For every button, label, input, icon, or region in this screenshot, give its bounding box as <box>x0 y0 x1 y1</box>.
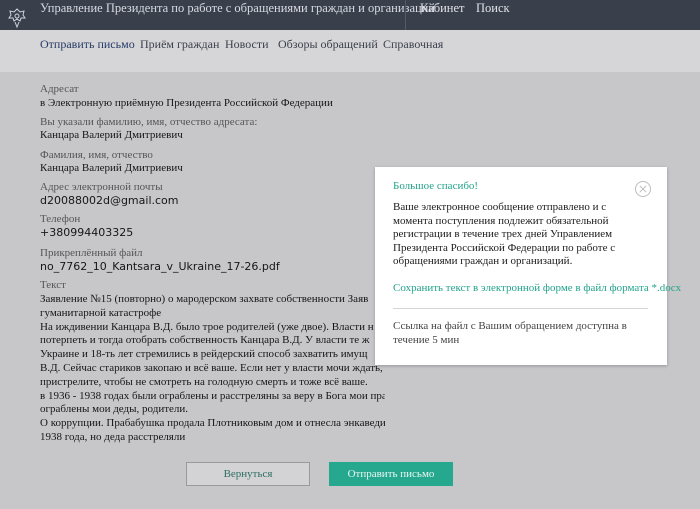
nav-send-letter[interactable]: Отправить письмо <box>40 37 135 52</box>
message-line: гуманитарной катастрофе <box>40 306 162 319</box>
message-text: Заявление №15 (повторно) о мародерском з… <box>40 293 385 445</box>
message-line: В.Д. Сейчас стариков закопаю и всё ваше.… <box>40 361 385 374</box>
nav-news[interactable]: Новости <box>225 37 269 52</box>
dialog-message: Ваше электронное сообщение отправлено и … <box>393 201 616 268</box>
message-line: ограблены мои деды, родители. <box>40 403 189 416</box>
phone-label: Телефон <box>40 213 81 225</box>
message-line: в 1936 - 1938 годах были ограблены и рас… <box>40 389 385 402</box>
site-title[interactable]: Управление Президента по работе с обраще… <box>40 1 435 16</box>
name-value: Канцара Валерий Дмитриевич <box>40 162 183 174</box>
eagle-emblem-icon[interactable] <box>6 5 28 31</box>
file-value[interactable]: no_7762_10_Kantsara_v_Ukraine_17-26.pdf <box>40 260 280 273</box>
message-line: пристрелите, чтобы не смотреть на голодн… <box>40 375 368 388</box>
phone-value: +380994403325 <box>40 226 134 239</box>
message-line: Заявление №15 (повторно) о мародерском з… <box>40 293 369 305</box>
file-label: Прикреплённый файл <box>40 247 143 259</box>
email-label: Адрес электронной почты <box>40 181 163 193</box>
main-nav: Отправить письмо Приём граждан Новости О… <box>0 30 700 72</box>
name-label: Фамилия, имя, отчество <box>40 149 153 161</box>
top-header: Управление Президента по работе с обраще… <box>0 0 700 30</box>
nav-reference[interactable]: Справочная <box>383 37 443 52</box>
confirmation-dialog: Большое спасибо! Ваше электронное сообще… <box>375 167 681 365</box>
header-divider <box>405 0 406 30</box>
save-link-underline <box>393 295 648 309</box>
addressee-value: в Электронную приёмную Президента Россий… <box>40 97 333 109</box>
message-line: О коррупции. Прабабушка продала Плотнико… <box>40 417 385 430</box>
message-line: потерпеть и тогда отобрать собственность… <box>40 334 370 347</box>
nav-reviews[interactable]: Обзоры обращений <box>278 37 378 52</box>
email-value: d20088002d@gmail.com <box>40 194 179 207</box>
send-letter-button[interactable]: Отправить письмо <box>329 462 453 486</box>
search-link[interactable]: Поиск <box>476 1 510 16</box>
back-button[interactable]: Вернуться <box>186 462 310 486</box>
message-line: 1938 года, но деда расстреляли <box>40 430 186 443</box>
cabinet-link[interactable]: Кабинет <box>420 1 464 16</box>
surname-value: Канцара Валерий Дмитриевич <box>40 129 183 141</box>
close-icon[interactable] <box>634 180 652 198</box>
text-label: Текст <box>40 279 66 291</box>
message-line: Украине и 18-ть лет стремились в рейдерс… <box>40 348 368 361</box>
message-line: На иждивении Канцара В.Д. было трое роди… <box>40 320 374 333</box>
save-docx-link[interactable]: Сохранить текст в электронной форме в фа… <box>393 282 681 294</box>
addressee-label: Адресат <box>40 83 79 95</box>
dialog-title: Большое спасибо! <box>393 180 479 192</box>
surname-label: Вы указали фамилию, имя, отчество адреса… <box>40 116 258 128</box>
nav-reception[interactable]: Приём граждан <box>140 37 219 52</box>
dialog-note: Ссылка на файл с Вашим обращением доступ… <box>393 320 627 346</box>
